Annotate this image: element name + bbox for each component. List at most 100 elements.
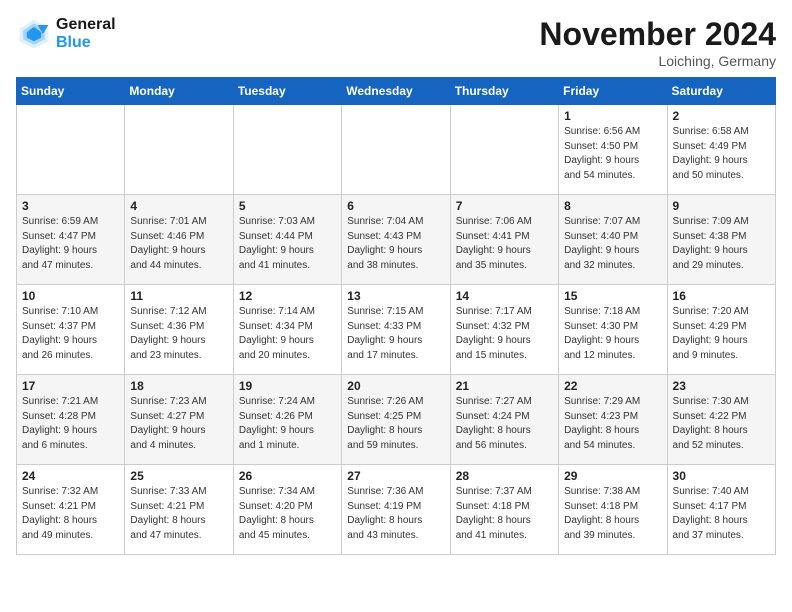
week-row-4: 17 Sunrise: 7:21 AM Sunset: 4:28 PM Dayli… [17, 375, 776, 465]
day-cell: 13 Sunrise: 7:15 AM Sunset: 4:33 PM Dayli… [342, 285, 450, 375]
day-cell: 14 Sunrise: 7:17 AM Sunset: 4:32 PM Dayli… [450, 285, 558, 375]
month-title: November 2024 [539, 16, 776, 53]
day-info: Sunrise: 7:14 AM Sunset: 4:34 PM Dayligh… [239, 305, 336, 363]
day-number: 22 [564, 379, 661, 393]
day-cell: 15 Sunrise: 7:18 AM Sunset: 4:30 PM Dayli… [559, 285, 667, 375]
day-number: 15 [564, 289, 661, 303]
day-number: 20 [347, 379, 444, 393]
day-info: Sunrise: 7:34 AM Sunset: 4:20 PM Dayligh… [239, 485, 336, 543]
day-cell [450, 105, 558, 195]
logo-text-block: General Blue [56, 16, 116, 51]
day-cell: 7Sunrise: 7:06 AM Sunset: 4:41 PM Daylig… [450, 195, 558, 285]
day-info: Sunrise: 6:58 AM Sunset: 4:49 PM Dayligh… [673, 125, 770, 183]
title-block: November 2024 Loiching, Germany [539, 16, 776, 69]
day-number: 3 [22, 199, 119, 213]
day-info: Sunrise: 7:20 AM Sunset: 4:29 PM Dayligh… [673, 305, 770, 363]
day-number: 4 [130, 199, 227, 213]
day-header-monday: Monday [125, 78, 233, 105]
day-cell: 28 Sunrise: 7:37 AM Sunset: 4:18 PM Dayli… [450, 465, 558, 555]
day-header-thursday: Thursday [450, 78, 558, 105]
day-cell: 5 Sunrise: 7:03 AM Sunset: 4:44 PM Daylig… [233, 195, 341, 285]
day-number: 18 [130, 379, 227, 393]
day-cell: 21 Sunrise: 7:27 AM Sunset: 4:24 PM Dayli… [450, 375, 558, 465]
day-cell: 26 Sunrise: 7:34 AM Sunset: 4:20 PM Dayli… [233, 465, 341, 555]
day-cell: 22 Sunrise: 7:29 AM Sunset: 4:23 PM Dayli… [559, 375, 667, 465]
day-number: 17 [22, 379, 119, 393]
day-info: Sunrise: 7:04 AM Sunset: 4:43 PM Dayligh… [347, 215, 444, 273]
day-number: 30 [673, 469, 770, 483]
day-info: Sunrise: 7:26 AM Sunset: 4:25 PM Dayligh… [347, 395, 444, 453]
day-cell: 9 Sunrise: 7:09 AM Sunset: 4:38 PM Daylig… [667, 195, 775, 285]
day-number: 11 [130, 289, 227, 303]
week-row-1: 1 Sunrise: 6:56 AM Sunset: 4:50 PM Daylig… [17, 105, 776, 195]
day-info: Sunrise: 7:07 AM Sunset: 4:40 PM Dayligh… [564, 215, 661, 273]
day-info: Sunrise: 7:21 AM Sunset: 4:28 PM Dayligh… [22, 395, 119, 453]
day-cell [125, 105, 233, 195]
day-info: Sunrise: 7:32 AM Sunset: 4:21 PM Dayligh… [22, 485, 119, 543]
day-number: 29 [564, 469, 661, 483]
day-number: 10 [22, 289, 119, 303]
day-info: Sunrise: 7:10 AM Sunset: 4:37 PM Dayligh… [22, 305, 119, 363]
day-cell: 8Sunrise: 7:07 AM Sunset: 4:40 PM Daylig… [559, 195, 667, 285]
day-cell: 25 Sunrise: 7:33 AM Sunset: 4:21 PM Dayli… [125, 465, 233, 555]
calendar-table: SundayMondayTuesdayWednesdayThursdayFrid… [16, 77, 776, 555]
week-row-2: 3 Sunrise: 6:59 AM Sunset: 4:47 PM Daylig… [17, 195, 776, 285]
day-number: 7 [456, 199, 553, 213]
day-cell: 1 Sunrise: 6:56 AM Sunset: 4:50 PM Daylig… [559, 105, 667, 195]
day-info: Sunrise: 6:59 AM Sunset: 4:47 PM Dayligh… [22, 215, 119, 273]
day-cell: 11Sunrise: 7:12 AM Sunset: 4:36 PM Dayli… [125, 285, 233, 375]
logo: General Blue [16, 16, 116, 52]
day-cell: 19Sunrise: 7:24 AM Sunset: 4:26 PM Dayli… [233, 375, 341, 465]
day-number: 26 [239, 469, 336, 483]
day-cell: 29 Sunrise: 7:38 AM Sunset: 4:18 PM Dayli… [559, 465, 667, 555]
day-number: 27 [347, 469, 444, 483]
day-number: 9 [673, 199, 770, 213]
day-number: 13 [347, 289, 444, 303]
day-cell: 17 Sunrise: 7:21 AM Sunset: 4:28 PM Dayli… [17, 375, 125, 465]
day-header-friday: Friday [559, 78, 667, 105]
day-number: 25 [130, 469, 227, 483]
logo-icon [16, 16, 52, 52]
day-number: 5 [239, 199, 336, 213]
day-info: Sunrise: 6:56 AM Sunset: 4:50 PM Dayligh… [564, 125, 661, 183]
day-info: Sunrise: 7:40 AM Sunset: 4:17 PM Dayligh… [673, 485, 770, 543]
day-info: Sunrise: 7:15 AM Sunset: 4:33 PM Dayligh… [347, 305, 444, 363]
day-header-tuesday: Tuesday [233, 78, 341, 105]
location: Loiching, Germany [539, 53, 776, 69]
day-cell: 30 Sunrise: 7:40 AM Sunset: 4:17 PM Dayli… [667, 465, 775, 555]
day-info: Sunrise: 7:33 AM Sunset: 4:21 PM Dayligh… [130, 485, 227, 543]
day-number: 21 [456, 379, 553, 393]
day-cell: 6Sunrise: 7:04 AM Sunset: 4:43 PM Daylig… [342, 195, 450, 285]
day-header-wednesday: Wednesday [342, 78, 450, 105]
day-number: 19 [239, 379, 336, 393]
day-header-saturday: Saturday [667, 78, 775, 105]
day-info: Sunrise: 7:37 AM Sunset: 4:18 PM Dayligh… [456, 485, 553, 543]
day-info: Sunrise: 7:30 AM Sunset: 4:22 PM Dayligh… [673, 395, 770, 453]
day-cell [17, 105, 125, 195]
day-cell: 24Sunrise: 7:32 AM Sunset: 4:21 PM Dayli… [17, 465, 125, 555]
calendar-header-row: SundayMondayTuesdayWednesdayThursdayFrid… [17, 78, 776, 105]
day-number: 2 [673, 109, 770, 123]
day-info: Sunrise: 7:29 AM Sunset: 4:23 PM Dayligh… [564, 395, 661, 453]
day-info: Sunrise: 7:03 AM Sunset: 4:44 PM Dayligh… [239, 215, 336, 273]
week-row-5: 24Sunrise: 7:32 AM Sunset: 4:21 PM Dayli… [17, 465, 776, 555]
day-number: 14 [456, 289, 553, 303]
day-number: 1 [564, 109, 661, 123]
day-number: 12 [239, 289, 336, 303]
day-number: 28 [456, 469, 553, 483]
day-info: Sunrise: 7:09 AM Sunset: 4:38 PM Dayligh… [673, 215, 770, 273]
day-number: 23 [673, 379, 770, 393]
day-info: Sunrise: 7:18 AM Sunset: 4:30 PM Dayligh… [564, 305, 661, 363]
week-row-3: 10 Sunrise: 7:10 AM Sunset: 4:37 PM Dayli… [17, 285, 776, 375]
day-info: Sunrise: 7:38 AM Sunset: 4:18 PM Dayligh… [564, 485, 661, 543]
day-info: Sunrise: 7:27 AM Sunset: 4:24 PM Dayligh… [456, 395, 553, 453]
day-cell: 4Sunrise: 7:01 AM Sunset: 4:46 PM Daylig… [125, 195, 233, 285]
day-info: Sunrise: 7:17 AM Sunset: 4:32 PM Dayligh… [456, 305, 553, 363]
day-header-sunday: Sunday [17, 78, 125, 105]
day-cell: 12 Sunrise: 7:14 AM Sunset: 4:34 PM Dayli… [233, 285, 341, 375]
day-info: Sunrise: 7:36 AM Sunset: 4:19 PM Dayligh… [347, 485, 444, 543]
page-header: General Blue November 2024 Loiching, Ger… [16, 16, 776, 69]
day-cell: 23 Sunrise: 7:30 AM Sunset: 4:22 PM Dayli… [667, 375, 775, 465]
day-cell [342, 105, 450, 195]
logo-blue: Blue [56, 34, 91, 51]
